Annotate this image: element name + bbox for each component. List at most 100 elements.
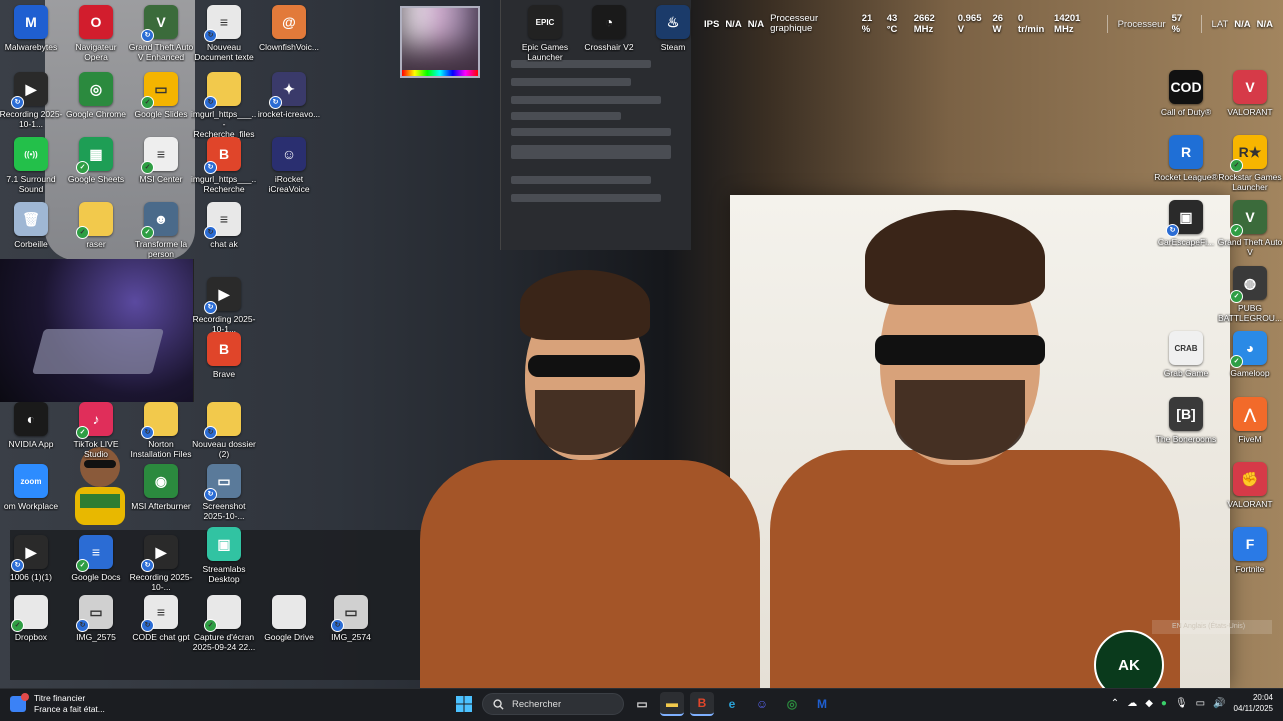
desktop-icon-label: Navigateur Opera: [75, 42, 117, 62]
desktop-icon[interactable]: F Fortnite: [1219, 527, 1281, 574]
clock[interactable]: 20:04 04/11/2025: [1234, 692, 1273, 714]
desktop-icon[interactable]: EPIC Epic Games Launcher: [514, 5, 576, 62]
desktop-icon[interactable]: ♨ Steam: [642, 5, 704, 52]
synced-check-icon: ✓: [141, 226, 154, 239]
desktop-icon-label: iRocket iCreaVoice: [268, 174, 310, 194]
chevron-up-icon[interactable]: ⌃: [1111, 698, 1119, 709]
synced-check-icon: ✓: [204, 619, 217, 632]
taskbar-malwarebytes-button[interactable]: M: [810, 692, 834, 716]
irocket-voice-icon: ☺: [272, 137, 306, 171]
brave-icon: B: [207, 332, 241, 366]
desktop-icon[interactable]: ♪ ✓ TikTok LIVE Studio: [65, 402, 127, 459]
desktop-icon[interactable]: ✦ ↻ irocket-icreavo...: [258, 72, 320, 119]
taskbar-file-explorer-button[interactable]: ▬: [660, 692, 684, 716]
desktop-icon[interactable]: O Navigateur Opera: [65, 5, 127, 62]
malwarebytes-icon: M: [817, 697, 827, 711]
desktop-icon[interactable]: COD Call of Duty®: [1155, 70, 1217, 117]
taskbar-brave-button[interactable]: B: [690, 692, 714, 716]
desktop-icon[interactable]: ☻ ✓ Transforme la person: [130, 202, 192, 259]
desktop-icon-label: Nouveau dossier (2): [192, 439, 256, 459]
sync-status-icon: ↻: [141, 426, 154, 439]
desktop-icon[interactable]: ◐ NVIDIA App: [0, 402, 62, 449]
desktop-icon[interactable]: ◍ ✓ PUBG BATTLEGROU...: [1218, 266, 1282, 323]
desktop[interactable]: M Malwarebytes O Navigateur Opera V ↻ Grand Th…: [0, 0, 1283, 688]
desktop-icon[interactable]: V ✓ Grand Theft Auto V: [1218, 200, 1282, 257]
video-file-icon: ▶ ↻: [11, 535, 48, 572]
gta-v-icon: V ↻: [141, 5, 178, 42]
desktop-icon[interactable]: ≡ ✓ Google Docs: [65, 535, 127, 582]
sync-status-icon: ↻: [204, 488, 217, 501]
desktop-icon[interactable]: ✓ raser: [65, 202, 127, 249]
desktop-icon[interactable]: ↻ Nouveau dossier (2): [192, 402, 256, 459]
desktop-icon[interactable]: ≡ ↻ CODE chat gpt: [130, 595, 192, 642]
desktop-icon[interactable]: ▶ ↻ 1006 (1)(1): [0, 535, 62, 582]
desktop-icon[interactable]: ✓ Dropbox: [0, 595, 62, 642]
desktop-icon[interactable]: V ↻ Grand Theft Auto V Enhanced: [129, 5, 193, 62]
desktop-icon[interactable]: ◎ Google Chrome: [65, 72, 127, 119]
desktop-icon[interactable]: ↻ imgurl_https___... - Recherche_files: [191, 72, 257, 139]
sync-status-icon: ↻: [204, 29, 217, 42]
gameloop-icon: ◕ ✓: [1230, 331, 1267, 368]
desktop-icon[interactable]: ▭ ↻ Screenshot 2025-10-...: [193, 464, 255, 521]
desktop-icon[interactable]: M Malwarebytes: [0, 5, 62, 52]
cloud-icon[interactable]: ☁: [1127, 698, 1137, 709]
security-icon[interactable]: ◆: [1145, 698, 1153, 709]
taskbar-chrome-button[interactable]: ◎: [780, 692, 804, 716]
desktop-icon[interactable]: B ↻ imgurl_https___... Recherche: [191, 137, 257, 194]
desktop-icon[interactable]: ☺ iRocket iCreaVoice: [258, 137, 320, 194]
clownfish-icon: @: [272, 5, 306, 39]
webcam-overlay: [0, 259, 194, 402]
taskbar-discord-button[interactable]: ☺: [750, 692, 774, 716]
desktop-icon[interactable]: ✊ VALORANT: [1219, 462, 1281, 509]
pinned-apps: ▭ ▬ Be ☺ ◎ M: [630, 692, 834, 716]
desktop-icon[interactable]: ≡ ✓ MSI Center: [130, 137, 192, 184]
desktop-icon[interactable]: ✓ Capture d'écran 2025-09-24 22...: [193, 595, 255, 652]
start-button[interactable]: [452, 692, 476, 716]
desktop-icon[interactable]: ≡ ↻ chat ak: [193, 202, 255, 249]
desktop-icon[interactable]: ▶ ↻ Recording 2025-10-...: [130, 535, 192, 592]
desktop-icon[interactable]: ≡ ↻ Nouveau Document texte: [193, 5, 255, 62]
desktop-icon-label: Capture d'écran 2025-09-24 22...: [192, 632, 256, 652]
desktop-icon[interactable]: ◕ ✓ Gameloop: [1219, 331, 1281, 378]
desktop-icon[interactable]: zoom om Workplace: [0, 464, 62, 511]
hud-divider: [1106, 15, 1108, 33]
desktop-icon[interactable]: ▭ ✓ Google Slides: [130, 72, 192, 119]
desktop-icon[interactable]: ▭ ↻ IMG_2574: [320, 595, 382, 642]
network-icon[interactable]: ▭: [1196, 698, 1205, 709]
desktop-icon[interactable]: [B] The Bonerooms: [1155, 397, 1217, 444]
desktop-icon[interactable]: ⋀ FiveM: [1219, 397, 1281, 444]
desktop-icon[interactable]: ◉ MSI Afterburner: [130, 464, 192, 511]
desktop-icon[interactable]: ▶ ↻ Recording 2025-10-1...: [0, 72, 62, 129]
desktop-icon[interactable]: ◔ Crosshair V2: [578, 5, 640, 52]
text-file-icon: ✓: [204, 595, 241, 632]
desktop-icon[interactable]: ▶ ↻ Recording 2025-10-1...: [193, 277, 255, 334]
sync-status-icon: ↻: [331, 619, 344, 632]
desktop-icon[interactable]: V VALORANT: [1219, 70, 1281, 117]
task-view-icon: ▭: [636, 697, 648, 711]
desktop-icon[interactable]: ▭ ↻ IMG_2575: [65, 595, 127, 642]
desktop-icon-label: CODE chat gpt: [132, 632, 190, 642]
desktop-icon[interactable]: @ ClownfishVoic...: [258, 5, 320, 52]
desktop-icon[interactable]: R★ ✓ Rockstar Games Launcher: [1218, 135, 1282, 192]
desktop-icon[interactable]: ↻ Norton Installation Files: [130, 402, 192, 459]
taskbar-edge-button[interactable]: e: [720, 692, 744, 716]
language-tooltip: EN Anglais (États-Unis): [1152, 620, 1272, 634]
speaker-icon[interactable]: 🔊: [1213, 698, 1225, 709]
microphone-icon[interactable]: 🎙: [1175, 698, 1188, 709]
desktop-icon[interactable]: ((•)) 7.1 Surround Sound: [0, 137, 62, 194]
desktop-icon[interactable]: 🗑 Corbeille: [0, 202, 62, 249]
desktop-icon[interactable]: ▣ ↻ CarEscapeFi...: [1155, 200, 1217, 247]
desktop-icon[interactable]: ▦ ✓ Google Sheets: [65, 137, 127, 184]
taskbar-task-view-button[interactable]: ▭: [630, 692, 654, 716]
desktop-icon[interactable]: ▣ Streamlabs Desktop: [193, 527, 255, 584]
news-widget[interactable]: Titre financier France a fait état...: [10, 693, 105, 715]
taskbar-search[interactable]: Rechercher: [482, 693, 624, 715]
folder-icon: ✓: [76, 202, 113, 239]
desktop-icon[interactable]: B Brave: [193, 332, 255, 379]
sync-status-icon: ↻: [141, 619, 154, 632]
desktop-icon[interactable]: CRAB Grab Game: [1155, 331, 1217, 378]
desktop-icon[interactable]: R Rocket League®: [1154, 135, 1218, 182]
google-sheets-icon: ▦ ✓: [76, 137, 113, 174]
green-app-icon[interactable]: ●: [1161, 698, 1167, 709]
desktop-icon[interactable]: Google Drive: [258, 595, 320, 642]
